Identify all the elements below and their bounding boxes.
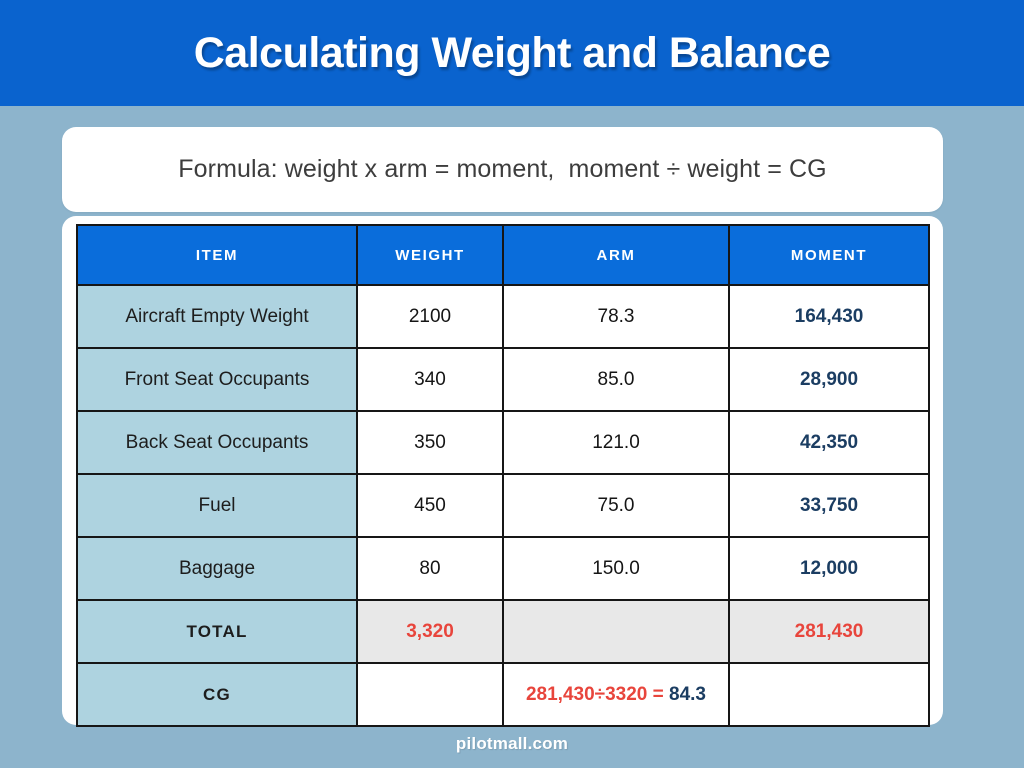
column-header-arm: ARM: [502, 224, 730, 286]
cell-item: Baggage: [76, 536, 358, 601]
formula-text: Formula: weight x arm = moment, moment ÷…: [178, 155, 827, 183]
table-row: Back Seat Occupants 350 121.0 42,350: [76, 410, 930, 475]
cell-cg-calculation: 281,430÷3320 = 84.3: [502, 662, 730, 727]
cell-item: Fuel: [76, 473, 358, 538]
table-row: Baggage 80 150.0 12,000: [76, 536, 930, 601]
cell-weight: 80: [356, 536, 504, 601]
table-header-row: ITEM WEIGHT ARM MOMENT: [76, 224, 930, 286]
cell-arm: 85.0: [502, 347, 730, 412]
cell-total-weight: 3,320: [356, 599, 504, 664]
column-header-item: ITEM: [76, 224, 358, 286]
cell-total-moment: 281,430: [728, 599, 930, 664]
cell-item: Aircraft Empty Weight: [76, 284, 358, 349]
table-row-cg: CG 281,430÷3320 = 84.3: [76, 662, 930, 727]
cell-moment: 42,350: [728, 410, 930, 475]
page-root: Calculating Weight and Balance Formula: …: [0, 0, 1024, 768]
header-band: Calculating Weight and Balance: [0, 0, 1024, 106]
cell-arm: 150.0: [502, 536, 730, 601]
column-header-moment: MOMENT: [728, 224, 930, 286]
cell-arm: 78.3: [502, 284, 730, 349]
cell-weight: 450: [356, 473, 504, 538]
cg-expression: 281,430÷3320 =: [525, 683, 670, 705]
cell-item: Back Seat Occupants: [76, 410, 358, 475]
table-row: Front Seat Occupants 340 85.0 28,900: [76, 347, 930, 412]
cell-weight: 340: [356, 347, 504, 412]
cell-moment: 12,000: [728, 536, 930, 601]
cell-cg-moment: [728, 662, 930, 727]
table-row-total: TOTAL 3,320 281,430: [76, 599, 930, 664]
cell-item: Front Seat Occupants: [76, 347, 358, 412]
column-header-weight: WEIGHT: [356, 224, 504, 286]
cell-moment: 164,430: [728, 284, 930, 349]
table-body: Aircraft Empty Weight 2100 78.3 164,430 …: [76, 284, 930, 727]
formula-card: Formula: weight x arm = moment, moment ÷…: [62, 127, 943, 212]
cell-weight: 2100: [356, 284, 504, 349]
cell-arm: 121.0: [502, 410, 730, 475]
table-header: ITEM WEIGHT ARM MOMENT: [76, 224, 930, 286]
cell-arm: 75.0: [502, 473, 730, 538]
cell-total-arm: [502, 599, 730, 664]
cg-result: 84.3: [669, 683, 706, 705]
weight-balance-table: ITEM WEIGHT ARM MOMENT Aircraft Empty We…: [76, 224, 930, 727]
cell-moment: 33,750: [728, 473, 930, 538]
table-row: Fuel 450 75.0 33,750: [76, 473, 930, 538]
cell-cg-weight: [356, 662, 504, 727]
cell-cg-label: CG: [76, 662, 358, 727]
footer-watermark: pilotmall.com: [455, 734, 569, 753]
cell-weight: 350: [356, 410, 504, 475]
table-row: Aircraft Empty Weight 2100 78.3 164,430: [76, 284, 930, 349]
page-title: Calculating Weight and Balance: [193, 28, 831, 77]
cell-total-label: TOTAL: [76, 599, 358, 664]
cell-moment: 28,900: [728, 347, 930, 412]
